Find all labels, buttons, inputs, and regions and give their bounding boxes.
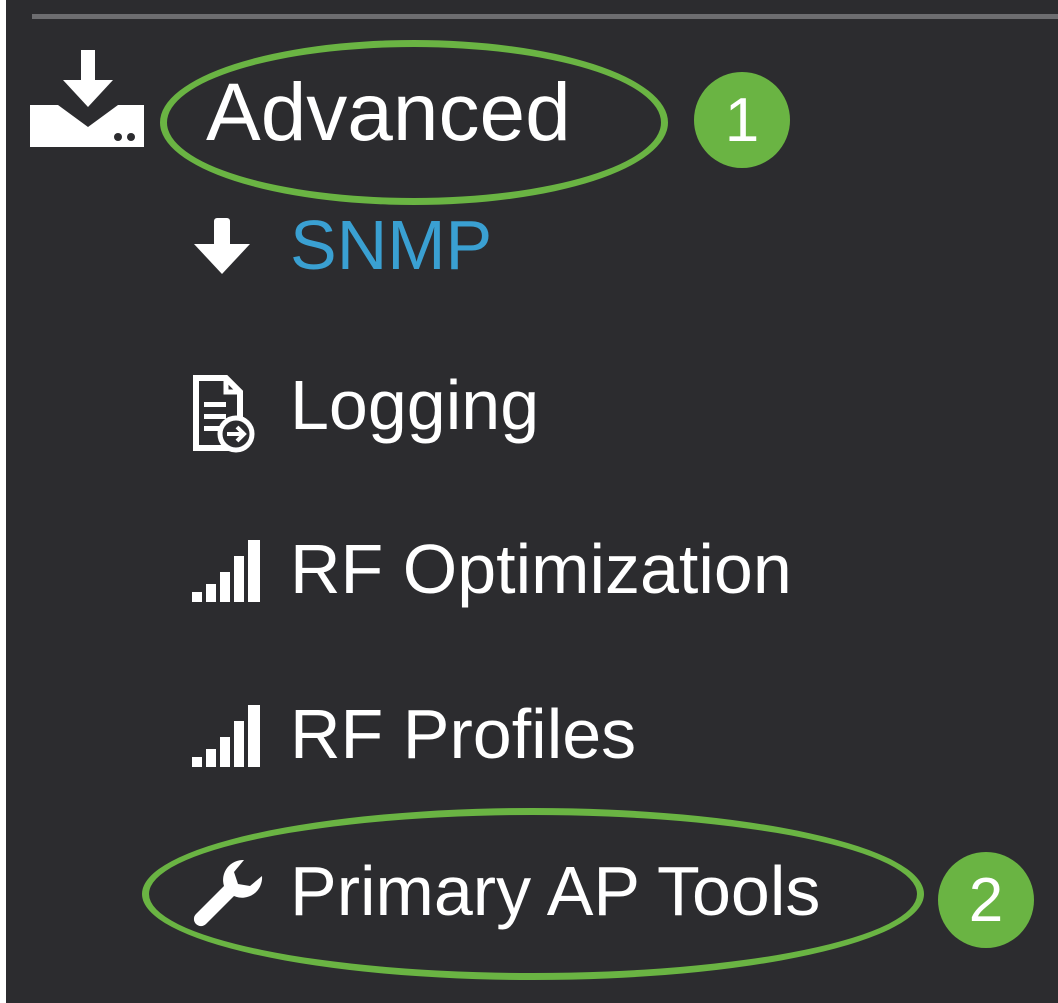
advanced-label: Advanced: [206, 67, 571, 158]
signal-bars-icon: [192, 705, 260, 767]
arrow-down-icon: [194, 218, 250, 274]
menu-item-primary-ap-tools[interactable]: Primary AP Tools: [190, 842, 950, 942]
rf-profiles-label: RF Profiles: [290, 695, 637, 773]
signal-bars-icon: [192, 540, 260, 602]
top-divider: [32, 14, 1058, 19]
log-file-icon: [193, 375, 255, 453]
rf-optimization-label: RF Optimization: [290, 530, 792, 608]
snmp-label: SNMP: [290, 206, 493, 284]
menu-item-snmp[interactable]: SNMP: [190, 196, 950, 296]
step-1-badge: 1: [694, 72, 790, 168]
menu-item-rf-optimization[interactable]: RF Optimization: [190, 520, 950, 620]
download-tray-icon: [30, 50, 144, 147]
menu-item-logging[interactable]: Logging: [190, 356, 950, 456]
logging-label: Logging: [290, 366, 540, 444]
wrench-icon: [193, 859, 263, 927]
window-edge: [0, 0, 6, 1003]
primary-ap-tools-label: Primary AP Tools: [290, 852, 821, 930]
menu-item-rf-profiles[interactable]: RF Profiles: [190, 685, 950, 785]
step-2-badge: 2: [938, 852, 1034, 948]
